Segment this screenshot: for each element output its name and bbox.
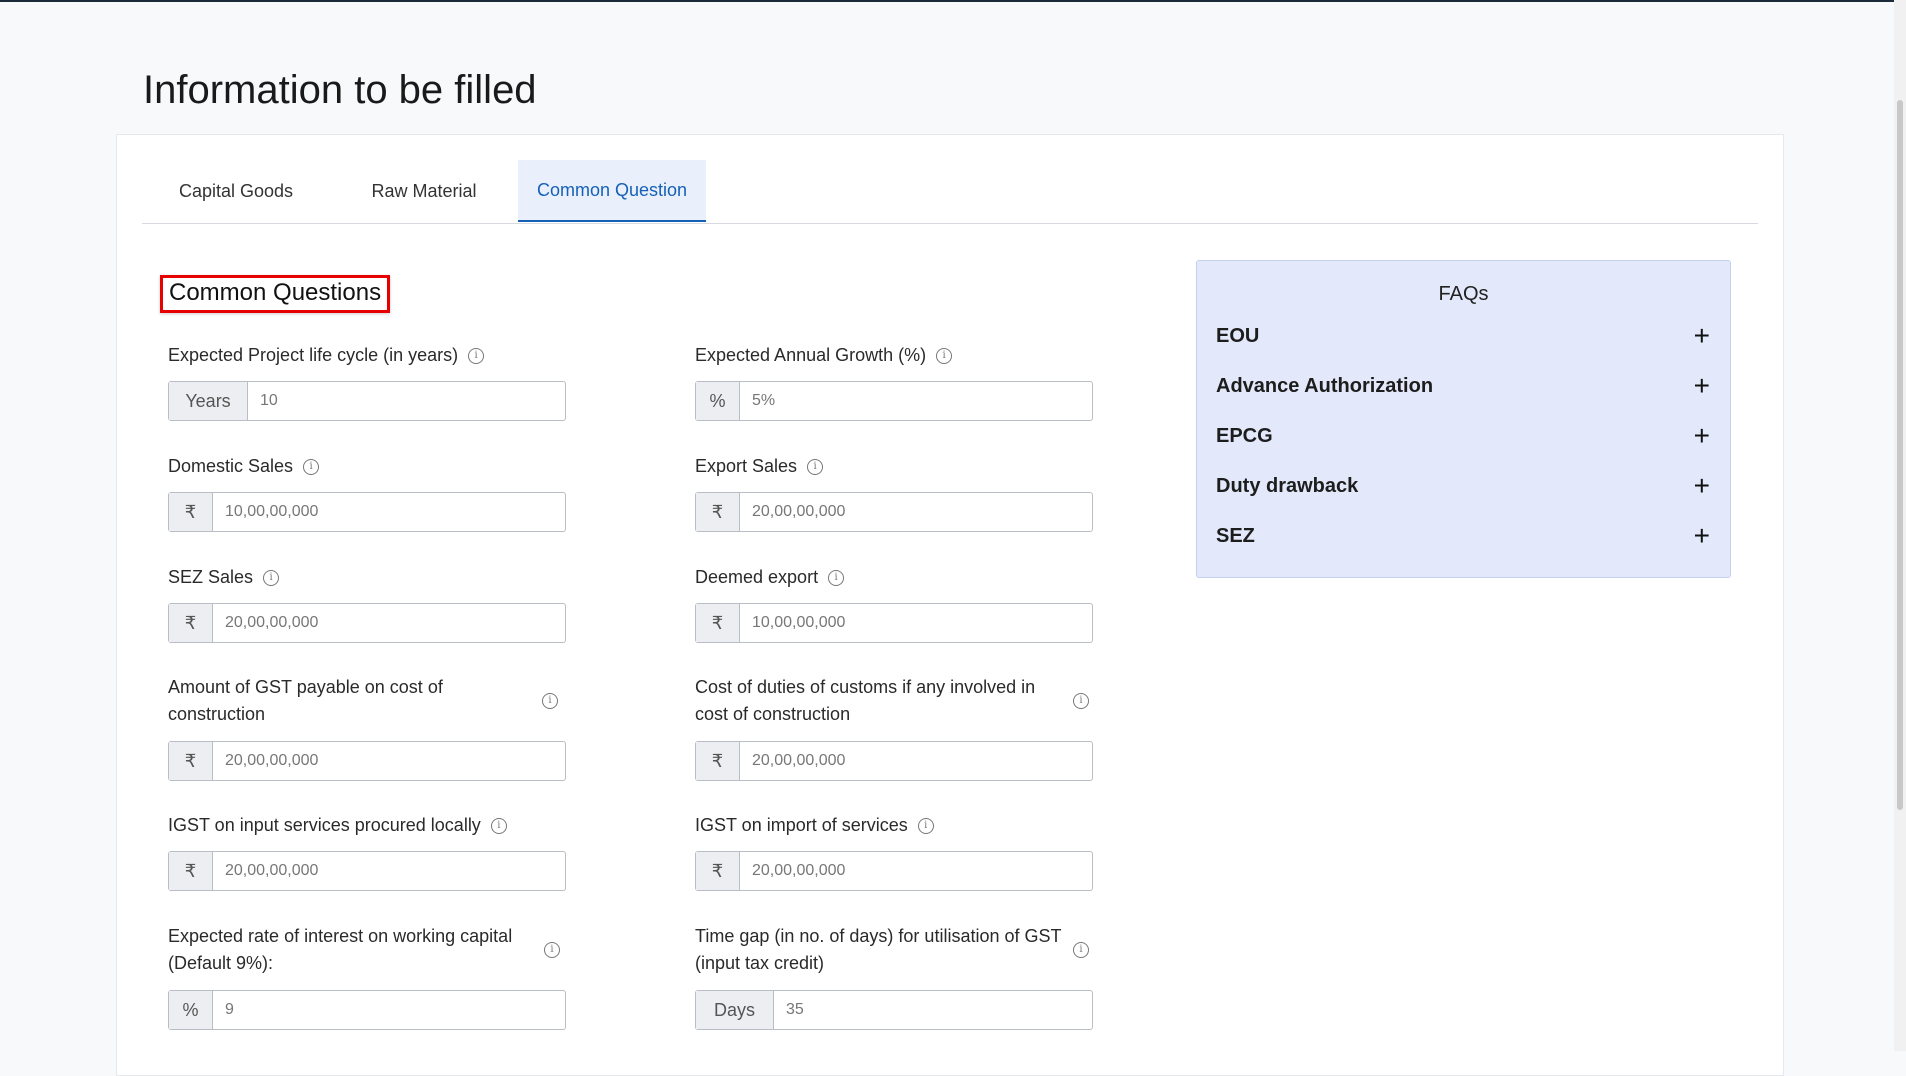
rupee-addon: ₹ bbox=[696, 604, 740, 642]
faq-question: EOU bbox=[1216, 324, 1260, 347]
field-igst-import: IGST on import of services i ₹ bbox=[695, 812, 1093, 891]
input-group: ₹ bbox=[168, 851, 566, 891]
input-group: % bbox=[695, 381, 1093, 421]
faq-question: SEZ bbox=[1216, 524, 1255, 547]
field-label: Amount of GST payable on cost of constru… bbox=[168, 677, 443, 724]
plus-icon[interactable]: + bbox=[1694, 372, 1710, 400]
field-gst-construction: Amount of GST payable on cost of constru… bbox=[168, 674, 566, 781]
faq-item-advance-authorization[interactable]: Advance Authorization + bbox=[1216, 371, 1710, 401]
input-group: ₹ bbox=[695, 851, 1093, 891]
plus-icon[interactable]: + bbox=[1694, 472, 1710, 500]
igst-import-input[interactable] bbox=[740, 852, 1092, 890]
percent-addon: % bbox=[696, 382, 740, 420]
section-title: Common Questions bbox=[160, 275, 391, 313]
field-gst-time-gap: Time gap (in no. of days) for utilisatio… bbox=[695, 923, 1093, 1030]
rupee-addon: ₹ bbox=[169, 493, 213, 531]
input-group: ₹ bbox=[168, 603, 566, 643]
field-domestic-sales: Domestic Sales i ₹ bbox=[168, 453, 566, 532]
plus-icon[interactable]: + bbox=[1694, 522, 1710, 550]
field-label: SEZ Sales bbox=[168, 567, 254, 587]
field-label: Expected Project life cycle (in years) bbox=[168, 345, 459, 365]
field-igst-local: IGST on input services procured locally … bbox=[168, 812, 566, 891]
years-addon: Years bbox=[169, 382, 248, 420]
faq-title: FAQs bbox=[1438, 283, 1489, 305]
plus-icon[interactable]: + bbox=[1694, 322, 1710, 350]
field-annual-growth: Expected Annual Growth (%) i % bbox=[695, 342, 1093, 421]
customs-construction-input[interactable] bbox=[740, 742, 1092, 780]
info-icon[interactable]: i bbox=[917, 817, 934, 834]
faq-item-sez[interactable]: SEZ + bbox=[1216, 521, 1710, 551]
input-group: ₹ bbox=[695, 492, 1093, 532]
rupee-addon: ₹ bbox=[169, 742, 213, 780]
field-label: Cost of duties of customs if any involve… bbox=[695, 677, 1036, 724]
tab-bar: Capital Goods Raw Material Common Questi… bbox=[142, 160, 1758, 224]
domestic-sales-input[interactable] bbox=[213, 493, 565, 531]
field-export-sales: Export Sales i ₹ bbox=[695, 453, 1093, 532]
rupee-addon: ₹ bbox=[169, 604, 213, 642]
input-group: Days bbox=[695, 990, 1093, 1030]
field-customs-construction: Cost of duties of customs if any involve… bbox=[695, 674, 1093, 781]
scrollbar-thumb[interactable] bbox=[1897, 100, 1903, 810]
input-group: ₹ bbox=[695, 741, 1093, 781]
rupee-addon: ₹ bbox=[696, 852, 740, 890]
field-label: Expected rate of interest on working cap… bbox=[168, 926, 513, 973]
input-group: ₹ bbox=[168, 741, 566, 781]
gst-construction-input[interactable] bbox=[213, 742, 565, 780]
gst-time-gap-input[interactable] bbox=[774, 991, 1092, 1029]
field-label: Expected Annual Growth (%) bbox=[695, 345, 927, 365]
info-icon[interactable]: i bbox=[1073, 942, 1089, 958]
tab-capital-goods[interactable]: Capital Goods bbox=[142, 160, 330, 222]
info-icon[interactable]: i bbox=[303, 458, 320, 475]
info-card: Capital Goods Raw Material Common Questi… bbox=[116, 134, 1784, 1076]
input-group: % bbox=[168, 990, 566, 1030]
days-addon: Days bbox=[696, 991, 774, 1029]
input-group: ₹ bbox=[168, 492, 566, 532]
info-icon[interactable]: i bbox=[828, 569, 845, 586]
field-label: Domestic Sales bbox=[168, 456, 294, 476]
info-icon[interactable]: i bbox=[490, 817, 507, 834]
field-label: IGST on import of services bbox=[695, 815, 908, 835]
project-life-input[interactable] bbox=[248, 382, 565, 420]
field-deemed-export: Deemed export i ₹ bbox=[695, 564, 1093, 643]
info-icon[interactable]: i bbox=[468, 347, 485, 364]
annual-growth-input[interactable] bbox=[740, 382, 1092, 420]
tab-common-question[interactable]: Common Question bbox=[518, 160, 706, 222]
info-icon[interactable]: i bbox=[807, 458, 824, 475]
field-label: IGST on input services procured locally bbox=[168, 815, 481, 835]
faq-item-eou[interactable]: EOU + bbox=[1216, 321, 1710, 351]
info-icon[interactable]: i bbox=[542, 693, 558, 709]
tab-raw-material[interactable]: Raw Material bbox=[330, 160, 518, 222]
faq-item-duty-drawback[interactable]: Duty drawback + bbox=[1216, 471, 1710, 501]
page-title: Information to be filled bbox=[143, 68, 537, 112]
info-icon[interactable]: i bbox=[1073, 693, 1089, 709]
page-scrollbar[interactable] bbox=[1894, 0, 1906, 1051]
plus-icon[interactable]: + bbox=[1694, 422, 1710, 450]
rupee-addon: ₹ bbox=[169, 852, 213, 890]
faq-panel: FAQs EOU + Advance Authorization + EPCG … bbox=[1196, 260, 1731, 578]
field-label: Deemed export bbox=[695, 567, 819, 587]
rupee-addon: ₹ bbox=[696, 493, 740, 531]
info-icon[interactable]: i bbox=[544, 942, 560, 958]
export-sales-input[interactable] bbox=[740, 493, 1092, 531]
field-label: Export Sales bbox=[695, 456, 798, 476]
field-sez-sales: SEZ Sales i ₹ bbox=[168, 564, 566, 643]
info-icon[interactable]: i bbox=[263, 569, 280, 586]
info-icon[interactable]: i bbox=[936, 347, 953, 364]
rupee-addon: ₹ bbox=[696, 742, 740, 780]
deemed-export-input[interactable] bbox=[740, 604, 1092, 642]
igst-local-input[interactable] bbox=[213, 852, 565, 890]
faq-question: Duty drawback bbox=[1216, 474, 1359, 497]
top-border bbox=[0, 0, 1906, 2]
interest-rate-input[interactable] bbox=[213, 991, 565, 1029]
percent-addon: % bbox=[169, 991, 213, 1029]
field-label: Time gap (in no. of days) for utilisatio… bbox=[695, 926, 1062, 973]
faq-item-epcg[interactable]: EPCG + bbox=[1216, 421, 1710, 451]
input-group: ₹ bbox=[695, 603, 1093, 643]
field-interest-rate: Expected rate of interest on working cap… bbox=[168, 923, 566, 1030]
faq-question: EPCG bbox=[1216, 424, 1273, 447]
field-project-life: Expected Project life cycle (in years) i… bbox=[168, 342, 566, 421]
faq-question: Advance Authorization bbox=[1216, 374, 1434, 397]
sez-sales-input[interactable] bbox=[213, 604, 565, 642]
input-group: Years bbox=[168, 381, 566, 421]
